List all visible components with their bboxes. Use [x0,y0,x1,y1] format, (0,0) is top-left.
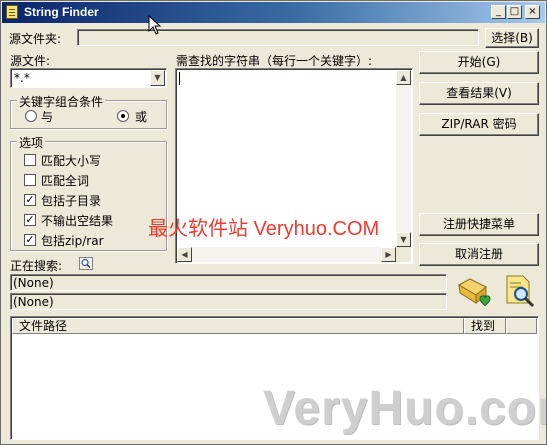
register-menu-button[interactable]: 注册快捷菜单 [419,213,539,236]
start-button[interactable]: 开始(G) [419,51,539,74]
close-button[interactable]: × [525,5,540,19]
horizontal-scrollbar[interactable]: ◀ ▶ [177,247,396,262]
status-line-1: (None) [10,274,447,291]
results-header: 文件路径 找到 [12,318,537,334]
whole-word-checkbox[interactable] [24,174,36,186]
text-caret [179,72,180,85]
unregister-button[interactable]: 取消注册 [419,243,539,266]
watermark-bottom: VeryHuo.com [263,382,546,435]
vertical-scrollbar[interactable]: ▲ ▼ [396,70,411,247]
scrollbar-corner [396,247,411,262]
include-zip-label: 包括zip/rar [41,234,104,248]
mouse-cursor-icon [148,14,162,35]
and-radio[interactable] [25,110,37,122]
maximize-button[interactable]: □ [507,5,522,19]
app-icon [6,5,18,19]
scroll-up-icon[interactable]: ▲ [396,70,411,85]
minimize-button[interactable]: _ [491,5,506,19]
column-header-filler [506,318,537,334]
window-title: String Finder [24,5,99,19]
source-file-label: 源文件: [10,54,51,68]
combine-group: 关键字组合条件 与 或 [10,93,167,129]
source-file-combobox[interactable]: *.* ▼ [10,68,167,88]
skip-empty-checkbox[interactable]: ✓ [24,214,36,226]
and-radio-label: 与 [41,110,54,124]
view-results-button[interactable]: 查看结果(V) [419,82,539,105]
source-folder-input[interactable] [77,29,479,46]
scroll-down-icon[interactable]: ▼ [396,232,411,247]
zip-password-button[interactable]: ZIP/RAR 密码 [419,113,539,136]
keywords-label: 需查找的字符串（每行一个关键字）: [176,54,373,68]
options-group: 选项 匹配大小写 匹配全词 ✓ 包括子目录 ✓ 不输出空结果 ✓ 包括zip/r… [10,134,167,251]
source-folder-label: 源文件夹: [9,32,62,46]
match-case-checkbox[interactable] [24,154,36,166]
string-finder-window: String Finder _ □ × 源文件夹: 选择(B) 源文件: *.*… [0,0,547,445]
dropdown-arrow-icon[interactable]: ▼ [150,70,165,86]
combine-group-title: 关键字组合条件 [17,93,106,110]
skip-empty-label: 不输出空结果 [41,214,114,228]
source-file-value: *.* [14,71,30,85]
or-radio[interactable] [117,110,129,122]
subdirs-label: 包括子目录 [41,194,102,208]
or-radio-label: 或 [135,110,148,124]
subdirs-checkbox[interactable]: ✓ [24,194,36,206]
browse-button[interactable]: 选择(B) [485,28,539,48]
magnifier-icon [79,257,93,270]
match-case-label: 匹配大小写 [41,154,102,168]
include-zip-checkbox[interactable]: ✓ [24,234,36,246]
folder-heart-icon[interactable] [456,273,492,309]
watermark-top: 最火软件站 Veryhuo.COM [148,218,380,240]
searching-label: 正在搜索: [10,259,63,273]
document-search-icon[interactable] [501,273,537,309]
whole-word-label: 匹配全词 [41,174,90,188]
options-group-title: 选项 [17,134,46,151]
scroll-right-icon[interactable]: ▶ [381,247,396,262]
title-bar[interactable]: String Finder _ □ × [2,2,545,23]
column-header-found[interactable]: 找到 [464,318,506,334]
column-header-path[interactable]: 文件路径 [12,318,464,334]
scroll-left-icon[interactable]: ◀ [177,247,192,262]
status-line-2: (None) [10,293,447,310]
